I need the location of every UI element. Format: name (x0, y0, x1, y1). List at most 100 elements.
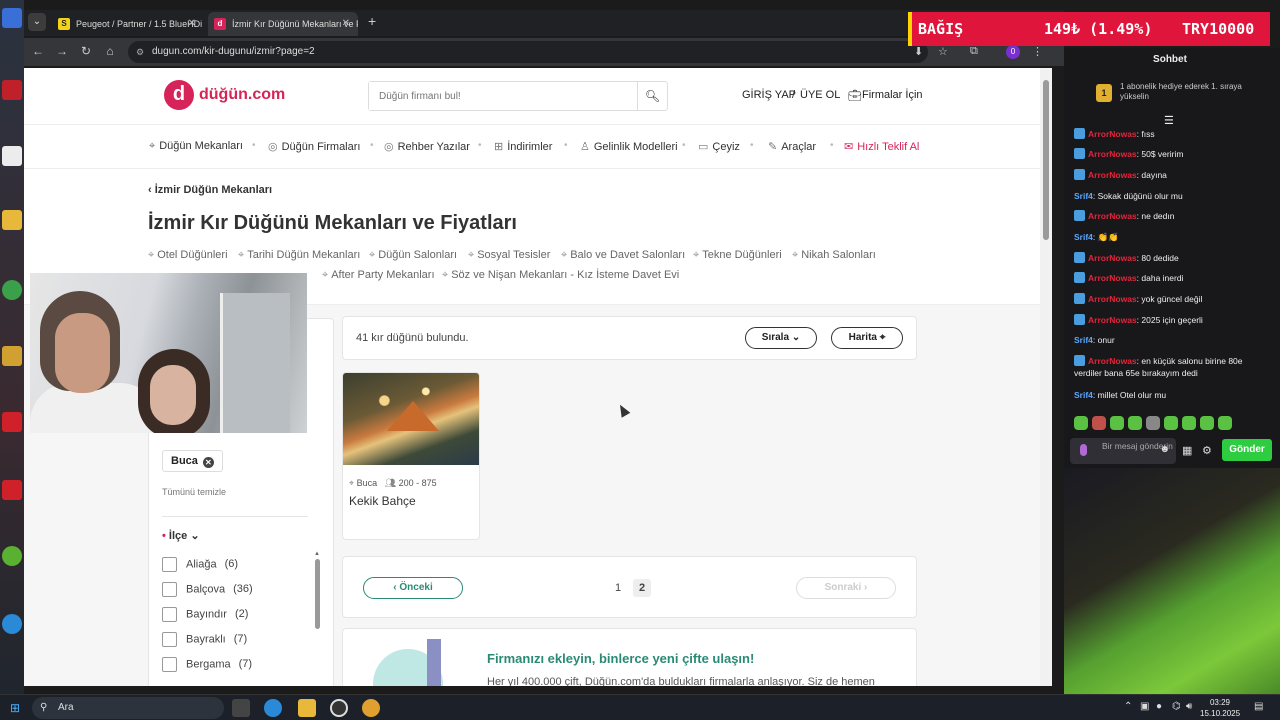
volume-icon[interactable]: 🔊︎ (1186, 701, 1192, 712)
next-page-button[interactable]: Sonraki › (796, 577, 896, 599)
nav-tools[interactable]: ✎ Araçlar (768, 140, 816, 153)
tab-search-icon[interactable]: ⌄ (28, 13, 46, 31)
close-tab-icon[interactable]: ✕ (188, 12, 196, 36)
chrome-icon[interactable] (362, 699, 380, 717)
chat-username[interactable]: ArrorNowas (1088, 170, 1137, 180)
edge-icon[interactable] (264, 699, 282, 717)
nav-dresses[interactable]: ♙ Gelinlik Modelleri (580, 140, 678, 153)
active-filter-tag[interactable]: Buca ✕ (162, 450, 223, 472)
taskbar-search[interactable]: ⚲ Ara (32, 697, 224, 719)
nav-dowry[interactable]: ▭ Çeyiz (698, 140, 740, 153)
search-input[interactable] (369, 82, 639, 110)
desktop-edge-icon[interactable] (2, 614, 22, 634)
emoji-icon[interactable]: ☻ (1159, 445, 1170, 455)
page-scrollbar[interactable] (1040, 68, 1052, 686)
checkbox[interactable] (162, 657, 177, 672)
page-number-current[interactable]: 2 (633, 579, 651, 597)
tab-dugun[interactable]: d İzmir Kır Düğünü Mekanları ve Fiyatlar… (208, 12, 358, 36)
district-filter-toggle[interactable]: • İlçe ⌄ (162, 529, 200, 542)
venue-card[interactable]: ⌖ Buca 👥︎ 200 - 875 Kekik Bahçe (342, 372, 480, 540)
search-button[interactable]: 🔍︎ (637, 82, 667, 110)
district-option[interactable]: Bayraklı (7) (162, 632, 247, 647)
windows-start-icon[interactable]: ⊞ (10, 701, 20, 715)
back-icon[interactable]: ← (30, 44, 46, 58)
tray-chevron-icon[interactable]: ⌃ (1124, 701, 1132, 712)
network-icon[interactable]: ⌬ (1172, 701, 1181, 712)
for-business-link[interactable]: Firmalar İçin (862, 89, 923, 101)
desktop-riot-icon[interactable] (2, 480, 22, 500)
clock[interactable]: 03:29 15.10.2025 (1200, 697, 1240, 719)
tab-peugeot[interactable]: S Peugeot / Partner / 1.5 BlueHDi ✕ (52, 12, 204, 36)
login-link[interactable]: GİRİŞ YAP (742, 89, 796, 101)
emote-icon[interactable] (1146, 416, 1160, 430)
gift-sub-notice[interactable]: 1 abonelik hediye ederek 1. sıraya yükse… (1120, 82, 1260, 102)
mic-icon[interactable]: ● (1156, 701, 1162, 712)
chat-username[interactable]: ArrorNowas (1088, 273, 1137, 283)
desktop-riot-icon[interactable] (2, 412, 22, 432)
menu-dots-icon[interactable]: ⋮ (1032, 45, 1043, 58)
extensions-icon[interactable]: ⧉ (970, 45, 978, 58)
profile-avatar[interactable]: 0 (1006, 45, 1020, 59)
desktop-folder-icon[interactable] (2, 210, 22, 230)
nav-vendors[interactable]: ◎ Düğün Firmaları (268, 140, 360, 153)
site-info-icon[interactable]: ⚙ (136, 41, 144, 63)
file-explorer-icon[interactable] (298, 699, 316, 717)
new-tab-icon[interactable]: + (368, 13, 376, 29)
chat-username[interactable]: ArrorNowas (1088, 315, 1137, 325)
emote-icon[interactable] (1182, 416, 1196, 430)
checkbox[interactable] (162, 582, 177, 597)
chat-username[interactable]: Srif4 (1074, 335, 1093, 345)
emote-icon[interactable] (1074, 416, 1088, 430)
store-icon[interactable]: ▦ (1182, 444, 1192, 457)
register-link[interactable]: ÜYE OL (800, 89, 840, 101)
category-link[interactable]: ⌖ Söz ve Nişan Mekanları - Kız İsteme Dav… (442, 269, 679, 282)
emote-icon[interactable] (1092, 416, 1106, 430)
sort-button[interactable]: Sırala ⌄ (745, 327, 817, 349)
chat-username[interactable]: ArrorNowas (1088, 253, 1137, 263)
scroll-thumb[interactable] (1043, 80, 1049, 240)
send-button[interactable]: Gönder (1222, 439, 1272, 461)
task-view-icon[interactable] (232, 699, 250, 717)
desktop-app-icon[interactable] (2, 80, 22, 100)
category-link[interactable]: ⌖ Nikah Salonları (792, 249, 876, 262)
chat-username[interactable]: ArrorNowas (1088, 129, 1137, 139)
bookmark-star-icon[interactable]: ☆ (938, 45, 948, 58)
prev-page-button[interactable]: ‹ Önceki (363, 577, 463, 599)
chat-username[interactable]: Srif4 (1074, 191, 1093, 201)
obs-icon[interactable] (330, 699, 348, 717)
category-link[interactable]: ⌖ Balo ve Davet Salonları (561, 249, 685, 262)
category-link[interactable]: ⌖ After Party Mekanları (322, 269, 435, 282)
district-option[interactable]: Bergama (7) (162, 657, 252, 672)
emote-icon[interactable] (1200, 416, 1214, 430)
district-scrollbar[interactable] (315, 559, 320, 629)
desktop-chrome-icon[interactable] (2, 280, 22, 300)
nav-venues[interactable]: ⌖ Düğün Mekanları (149, 140, 243, 153)
category-link[interactable]: ⌖ Otel Düğünleri (148, 249, 228, 262)
nav-quick-quote[interactable]: ✉ Hızlı Teklif Al (844, 140, 919, 153)
category-link[interactable]: ⌖ Düğün Salonları (369, 249, 457, 262)
emote-icon[interactable] (1164, 416, 1178, 430)
category-link[interactable]: ⌖ Sosyal Tesisler (468, 249, 550, 262)
mic-icon[interactable] (1080, 444, 1087, 456)
checkbox[interactable] (162, 607, 177, 622)
chat-username[interactable]: ArrorNowas (1088, 356, 1137, 366)
forward-icon[interactable]: → (54, 44, 70, 58)
chat-username[interactable]: Srif4 (1074, 390, 1093, 400)
desktop-utorrent-icon[interactable] (2, 546, 22, 566)
venue-name[interactable]: Kekik Bahçe (349, 494, 416, 508)
category-link[interactable]: ⌖ Tarihi Düğün Mekanları (238, 249, 360, 262)
district-option[interactable]: Bayındır (2) (162, 607, 248, 622)
close-tab-icon[interactable]: ✕ (342, 12, 350, 36)
reload-icon[interactable]: ↻ (78, 44, 94, 58)
tray-app-icon[interactable]: ▣ (1140, 701, 1149, 712)
chat-input[interactable]: Bir mesaj gönderin ☻ (1070, 438, 1176, 464)
checkbox[interactable] (162, 632, 177, 647)
home-icon[interactable]: ⌂ (102, 44, 118, 58)
venue-photo[interactable] (343, 373, 479, 465)
scroll-up-icon[interactable]: ▲ (314, 551, 320, 557)
promo-title[interactable]: Firmanızı ekleyin, binlerce yeni çifte u… (487, 651, 754, 666)
settings-gear-icon[interactable]: ⚙ (1202, 444, 1212, 457)
emote-icon[interactable] (1128, 416, 1142, 430)
chat-filter-icon[interactable]: ☰ (1164, 114, 1174, 127)
emote-icon[interactable] (1218, 416, 1232, 430)
